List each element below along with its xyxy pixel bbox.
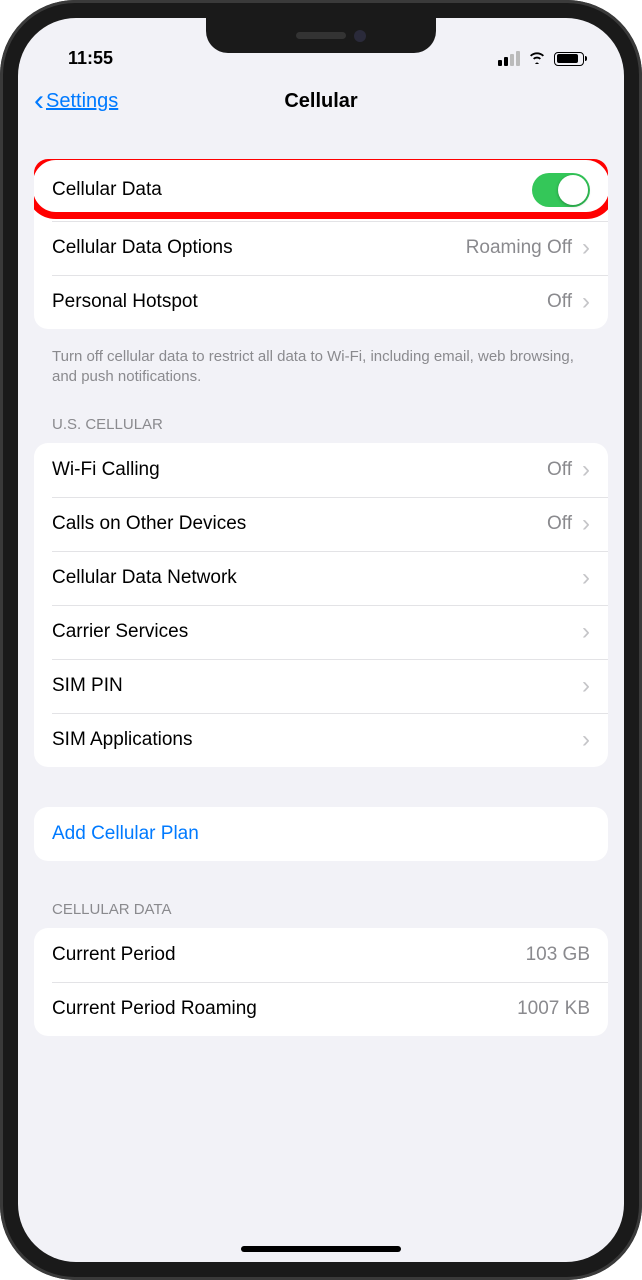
chevron-right-icon: › [582,620,590,644]
battery-icon [554,52,584,66]
row-carrier-services[interactable]: Carrier Services › [34,605,608,659]
row-label: Cellular Data Options [52,237,233,259]
screen: 11:55 ‹ Settings Cellular [18,18,624,1262]
row-label: Add Cellular Plan [52,823,199,845]
notch [206,18,436,53]
row-label: SIM PIN [52,675,123,697]
group-header: CELLULAR DATA [34,901,608,928]
row-value: Off [547,513,572,535]
back-label: Settings [46,90,118,113]
row-cellular-data-network[interactable]: Cellular Data Network › [34,551,608,605]
group-usage: Current Period 103 GB Current Period Roa… [34,928,608,1036]
row-calls-other-devices[interactable]: Calls on Other Devices Off › [34,497,608,551]
row-label: Carrier Services [52,621,188,643]
row-value: Off [547,291,572,313]
row-personal-hotspot[interactable]: Personal Hotspot Off › [34,275,608,329]
row-label: Personal Hotspot [52,291,198,313]
chevron-right-icon: › [582,728,590,752]
row-value: 103 GB [526,944,590,966]
nav-bar: ‹ Settings Cellular [18,73,624,129]
row-label: Calls on Other Devices [52,513,246,535]
row-sim-pin[interactable]: SIM PIN › [34,659,608,713]
device-frame: 11:55 ‹ Settings Cellular [0,0,642,1280]
row-sim-applications[interactable]: SIM Applications › [34,713,608,767]
chevron-left-icon: ‹ [34,86,44,116]
status-time: 11:55 [58,48,113,69]
row-label: Current Period [52,944,176,966]
chevron-right-icon: › [582,236,590,260]
row-label: Wi-Fi Calling [52,459,160,481]
group-carrier: Wi-Fi Calling Off › Calls on Other Devic… [34,443,608,767]
row-label: Current Period Roaming [52,998,257,1020]
row-cellular-data[interactable]: Cellular Data [34,159,608,221]
chevron-right-icon: › [582,512,590,536]
cellular-data-toggle[interactable] [532,173,590,207]
home-indicator[interactable] [241,1246,401,1252]
row-label: SIM Applications [52,729,192,751]
chevron-right-icon: › [582,566,590,590]
back-button[interactable]: ‹ Settings [34,86,118,116]
row-wifi-calling[interactable]: Wi-Fi Calling Off › [34,443,608,497]
chevron-right-icon: › [582,458,590,482]
row-add-cellular-plan[interactable]: Add Cellular Plan [34,807,608,861]
chevron-right-icon: › [582,674,590,698]
row-cellular-data-options[interactable]: Cellular Data Options Roaming Off › [34,221,608,275]
row-value: Off [547,459,572,481]
group-footer: Turn off cellular data to restrict all d… [34,337,608,416]
row-value: 1007 KB [517,998,590,1020]
wifi-icon [527,48,547,69]
cellular-signal-icon [498,51,520,66]
row-current-period[interactable]: Current Period 103 GB [34,928,608,982]
chevron-right-icon: › [582,290,590,314]
row-label: Cellular Data Network [52,567,237,589]
page-title: Cellular [284,90,357,113]
row-value: Roaming Off [466,237,572,259]
group-cellular: Cellular Data Cellular Data Options Roam… [34,159,608,329]
row-current-period-roaming[interactable]: Current Period Roaming 1007 KB [34,982,608,1036]
group-header: U.S. CELLULAR [34,416,608,443]
group-add-plan: Add Cellular Plan [34,807,608,861]
row-label: Cellular Data [52,179,162,201]
